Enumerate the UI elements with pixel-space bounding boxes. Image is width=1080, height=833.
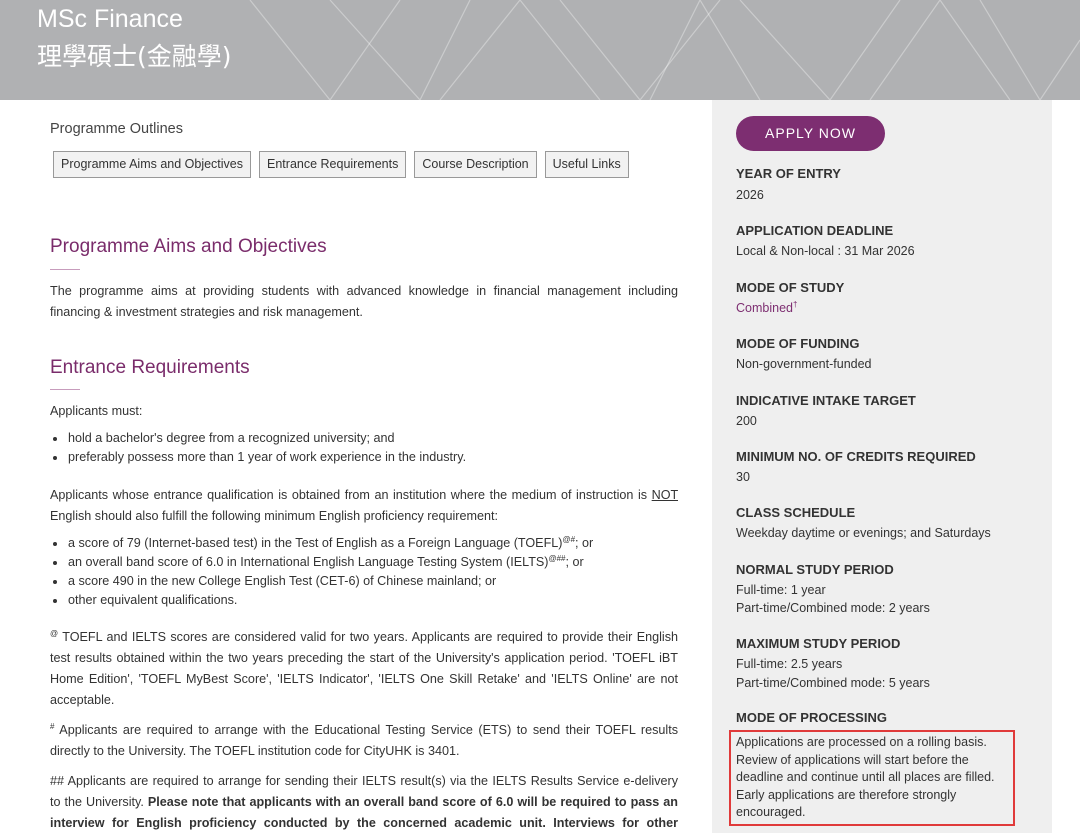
list-item: a score 490 in the new College English T… (50, 572, 680, 591)
deadline-value: Local & Non-local : 31 Mar 2026 (736, 244, 915, 258)
list-item-text: an overall band score of 6.0 in Internat… (68, 555, 549, 569)
deadline-label: APPLICATION DEADLINE (736, 223, 894, 238)
tab-course-description[interactable]: Course Description (414, 151, 537, 178)
list-item-text: a score of 79 (Internet-based test) in t… (68, 536, 563, 550)
year-of-entry-value: 2026 (736, 188, 764, 202)
tab-useful-links[interactable]: Useful Links (544, 151, 629, 178)
list-item-tail: ; or (575, 536, 594, 550)
medium-text-before: Applicants whose entrance qualification … (50, 488, 652, 502)
programme-title-chinese: 理學碩士(金融學) (37, 42, 232, 71)
footnote-mark: † (792, 299, 798, 309)
max-period-fulltime: Full-time: 2.5 years (736, 657, 843, 671)
list-item: preferably possess more than 1 year of w… (50, 448, 680, 467)
intake-label: INDICATIVE INTAKE TARGET (736, 393, 916, 408)
list-item: hold a bachelor's degree from a recogniz… (50, 429, 680, 448)
intake-value: 200 (736, 414, 757, 428)
list-item: a score of 79 (Internet-based test) in t… (50, 534, 680, 553)
processing-text: Applications are processed on a rolling … (736, 735, 995, 819)
tab-programme-aims[interactable]: Programme Aims and Objectives (53, 151, 252, 178)
list-item-text: other equivalent qualifications. (68, 593, 238, 607)
funding-label: MODE OF FUNDING (736, 336, 860, 351)
programme-outlines-label: Programme Outlines (50, 121, 183, 137)
tab-entrance-requirements[interactable]: Entrance Requirements (259, 151, 407, 178)
footnote-mark: @## (548, 553, 566, 563)
requirements-list: hold a bachelor's degree from a recogniz… (50, 429, 680, 467)
medium-of-instruction-text: Applicants whose entrance qualification … (50, 485, 678, 527)
processing-label: MODE OF PROCESSING (736, 710, 887, 725)
year-of-entry-label: YEAR OF ENTRY (736, 166, 841, 181)
credits-value: 30 (736, 470, 750, 484)
english-requirements-list: a score of 79 (Internet-based test) in t… (50, 534, 680, 610)
apply-now-button[interactable]: APPLY NOW (736, 116, 885, 151)
aims-heading: Programme Aims and Objectives (50, 236, 327, 257)
hero-banner: MSc Finance 理學碩士(金融學) (0, 0, 1080, 100)
note-validity-text: TOEFL and IELTS scores are considered va… (50, 630, 678, 707)
entrance-heading: Entrance Requirements (50, 357, 250, 378)
note-toefl-text: Applicants are required to arrange with … (50, 723, 678, 758)
aims-heading-rule (50, 269, 80, 270)
list-item: an overall band score of 6.0 in Internat… (50, 553, 680, 572)
medium-text-after: English should also fulfill the followin… (50, 509, 498, 523)
entrance-heading-rule (50, 389, 80, 390)
normal-period-label: NORMAL STUDY PERIOD (736, 562, 894, 577)
note-toefl: # Applicants are required to arrange wit… (50, 720, 678, 762)
list-item: other equivalent qualifications. (50, 591, 680, 610)
normal-period-fulltime: Full-time: 1 year (736, 583, 826, 597)
funding-value: Non-government-funded (736, 357, 872, 371)
programme-title: MSc Finance (37, 5, 183, 33)
main-content: Programme Outlines Programme Aims and Ob… (0, 100, 712, 833)
credits-label: MINIMUM NO. OF CREDITS REQUIRED (736, 449, 976, 464)
schedule-value: Weekday daytime or evenings; and Saturda… (736, 526, 991, 540)
entrance-intro: Applicants must: (50, 404, 143, 418)
schedule-label: CLASS SCHEDULE (736, 505, 856, 520)
medium-text-not: NOT (651, 488, 678, 502)
list-item-tail: ; or (565, 555, 584, 569)
note-ielts: ## Applicants are required to arrange fo… (50, 771, 678, 833)
aims-text: The programme aims at providing students… (50, 284, 678, 319)
mode-of-study-value: Combined† (736, 299, 1026, 318)
footnote-mark: @# (562, 534, 576, 544)
normal-period-parttime: Part-time/Combined mode: 2 years (736, 601, 930, 615)
max-period-parttime: Part-time/Combined mode: 5 years (736, 676, 930, 690)
list-item-text: a score 490 in the new College English T… (68, 574, 497, 588)
programme-info-sidebar: APPLY NOW YEAR OF ENTRY 2026 APPLICATION… (712, 100, 1052, 833)
max-period-label: MAXIMUM STUDY PERIOD (736, 636, 901, 651)
mode-of-study-label: MODE OF STUDY (736, 280, 845, 295)
mode-of-study-link[interactable]: Combined (736, 301, 793, 315)
footnote-mark: @ (50, 628, 59, 638)
outline-tabs: Programme Aims and Objectives Entrance R… (53, 151, 629, 178)
note-validity: @ TOEFL and IELTS scores are considered … (50, 627, 678, 711)
